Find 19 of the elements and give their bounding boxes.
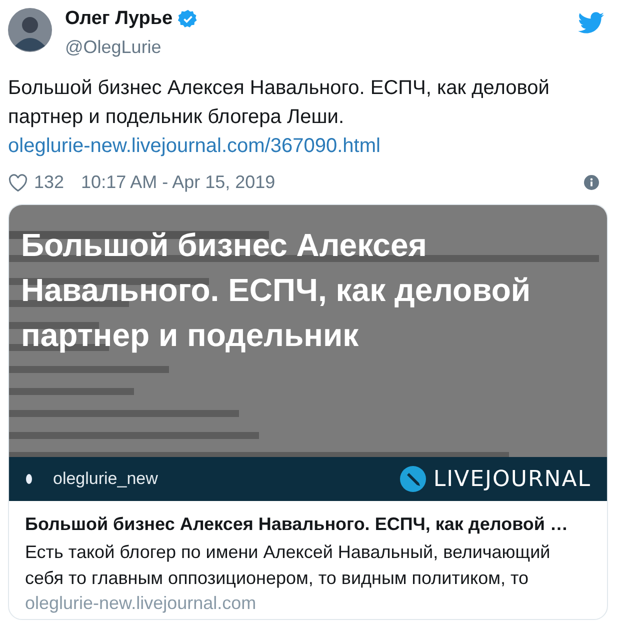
- brand-name: LIVEJOURNAL: [433, 466, 591, 494]
- twitter-bird-icon[interactable]: [578, 12, 604, 34]
- pin-icon: [25, 473, 33, 485]
- pencil-logo-icon: [399, 465, 428, 493]
- heart-icon[interactable]: [8, 174, 28, 192]
- like-count: 132: [34, 171, 64, 194]
- info-icon[interactable]: [584, 175, 599, 190]
- tweet-link[interactable]: oleglurie-new.livejournal.com/367090.html: [8, 135, 380, 157]
- author-handle[interactable]: @OlegLurie: [65, 36, 198, 58]
- card-domain: oleglurie-new.livejournal.com: [25, 592, 258, 615]
- tweet-text: Большой бизнес Алексея Навального. ЕСПЧ, как деловой партнер и подельник блогера Леши. oleglurie-new.livejournal.com/367090.html: [8, 76, 550, 159]
- avatar: [8, 8, 52, 52]
- card-title: Большой бизнес Алексея Навального. ЕСПЧ, как деловой …: [25, 513, 569, 535]
- card-headline: Большой бизнес Алексея Навального. ЕСПЧ, как деловой партнер и подельник: [21, 226, 532, 355]
- blog-name: oleglurie_new: [53, 468, 158, 490]
- card-description: Есть такой блогер по имени Алексей Навальный, величающий себя то главным оппозиционером, то видным политиком, то: [25, 541, 552, 590]
- author-name[interactable]: Олег Лурье: [65, 6, 173, 32]
- link-card[interactable]: [8, 204, 608, 620]
- tweet-timestamp[interactable]: 10:17 AM - Apr 15, 2019: [81, 169, 276, 196]
